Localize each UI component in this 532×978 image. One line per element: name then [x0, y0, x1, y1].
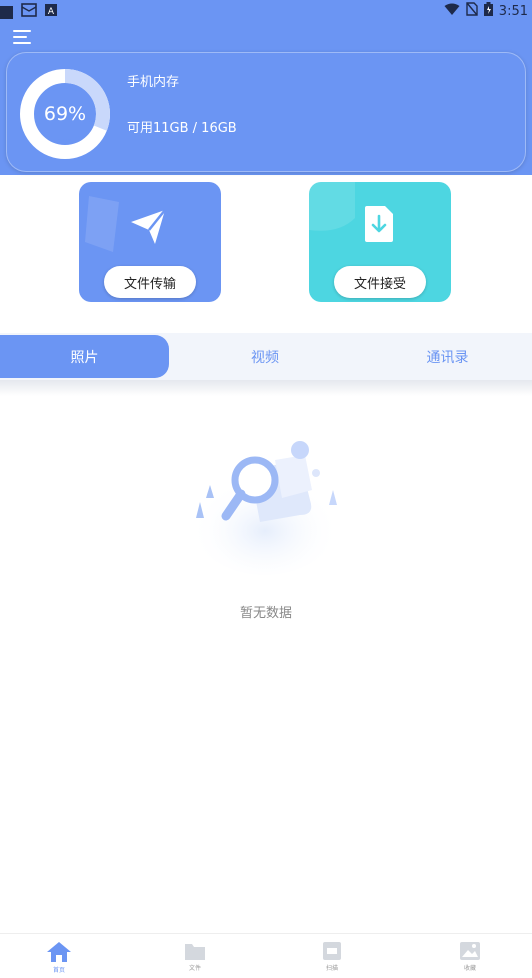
magnifier-document-icon — [190, 441, 340, 575]
nav-scan[interactable]: 扫描 — [302, 940, 362, 972]
nav-files-label: 文件 — [188, 965, 201, 972]
nav-favorites[interactable]: 收藏 — [440, 940, 500, 972]
nav-scan-label: 扫描 — [325, 965, 338, 972]
header: 69% 手机内存 可用11GB / 16GB — [0, 20, 532, 175]
storage-card[interactable]: 69% 手机内存 可用11GB / 16GB — [6, 52, 526, 172]
file-transfer-button[interactable]: 文件传输 — [79, 182, 221, 302]
empty-state-text: 暂无数据 — [239, 606, 292, 621]
category-tabs: 照片 视频 通讯录 — [0, 333, 532, 380]
app-notification-icon: A — [45, 4, 57, 20]
paper-plane-icon — [131, 209, 166, 244]
file-download-icon — [365, 206, 393, 242]
home-icon — [47, 942, 71, 962]
notification-square-icon — [0, 5, 13, 19]
file-receive-button[interactable]: 文件接受 — [309, 182, 451, 302]
battery-icon — [483, 2, 493, 20]
menu-button[interactable] — [10, 28, 34, 48]
scan-icon — [323, 942, 341, 960]
nav-files[interactable]: 文件 — [165, 940, 225, 972]
tab-contacts[interactable]: 通讯录 — [370, 335, 525, 378]
svg-text:A: A — [48, 7, 55, 16]
tabs-shadow — [0, 380, 532, 396]
bottom-nav: 首页 文件 扫描 收藏 — [0, 933, 532, 978]
mail-icon — [21, 3, 37, 21]
folder-icon — [185, 944, 205, 960]
storage-title: 手机内存 — [127, 75, 180, 90]
no-sim-icon — [466, 2, 478, 20]
wifi-icon — [444, 3, 460, 20]
nav-home[interactable]: 首页 — [29, 940, 89, 974]
file-receive-label: 文件接受 — [334, 266, 426, 298]
nav-favorites-label: 收藏 — [463, 965, 476, 972]
menu-icon — [13, 30, 31, 44]
storage-usage: 可用11GB / 16GB — [127, 121, 237, 136]
file-transfer-label: 文件传输 — [104, 266, 196, 298]
storage-percent: 69% — [43, 103, 87, 125]
nav-home-label: 首页 — [52, 967, 65, 974]
tab-videos[interactable]: 视频 — [190, 335, 340, 378]
clock-time: 3:51 — [498, 3, 528, 19]
status-bar: A 3:51 — [0, 0, 532, 20]
image-icon — [460, 942, 480, 960]
tab-photos[interactable]: 照片 — [0, 335, 169, 378]
